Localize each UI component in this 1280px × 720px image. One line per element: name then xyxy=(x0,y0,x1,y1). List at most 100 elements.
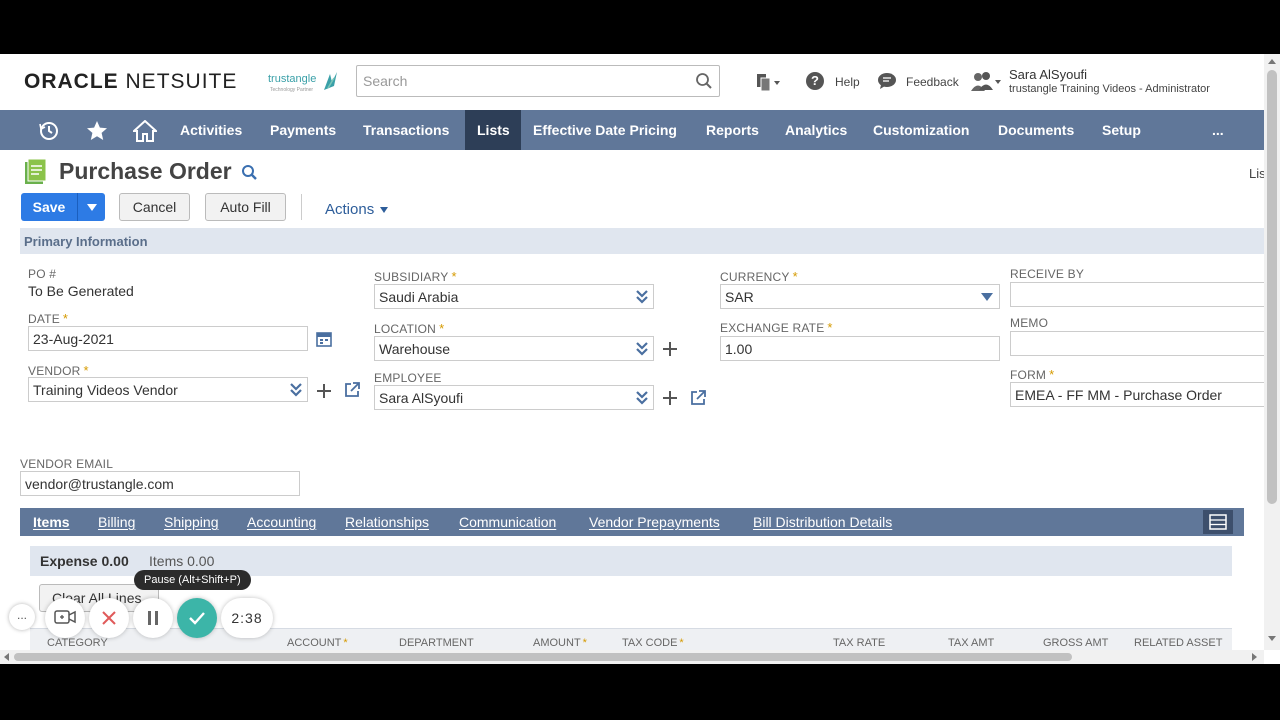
location-field[interactable] xyxy=(374,336,654,361)
location-input[interactable] xyxy=(379,337,653,360)
employee-input[interactable] xyxy=(379,386,653,409)
nav-more[interactable]: ... xyxy=(1200,110,1236,150)
date-field[interactable] xyxy=(28,326,308,351)
user-name[interactable]: Sara AlSyoufi xyxy=(1009,67,1087,82)
nav-reports[interactable]: Reports xyxy=(694,110,771,150)
add-employee-plus-icon[interactable] xyxy=(663,391,677,405)
subtab-layout-toggle[interactable] xyxy=(1203,510,1233,534)
actions-menu[interactable]: Actions xyxy=(325,201,389,218)
vendor-field[interactable] xyxy=(28,377,308,402)
calendar-icon[interactable] xyxy=(316,331,332,347)
cancel-button[interactable]: Cancel xyxy=(119,193,190,221)
items-subtab[interactable]: Items 0.00 xyxy=(149,553,214,569)
recorder-more-button[interactable]: ... xyxy=(9,604,35,630)
form-input[interactable] xyxy=(1015,383,1265,406)
tab-billing[interactable]: Billing xyxy=(98,514,135,530)
add-vendor-plus-icon[interactable] xyxy=(317,384,331,398)
col-account-text: ACCOUNT xyxy=(287,637,342,649)
recorder-finish-button[interactable] xyxy=(177,598,217,638)
nav-analytics[interactable]: Analytics xyxy=(773,110,859,150)
nav-transactions[interactable]: Transactions xyxy=(351,110,461,150)
recorder-discard-button[interactable] xyxy=(89,598,129,638)
open-employee-external-icon[interactable] xyxy=(690,390,706,406)
global-search[interactable] xyxy=(356,65,720,97)
double-chevron-down-icon[interactable] xyxy=(634,289,650,305)
memo-field[interactable] xyxy=(1010,331,1266,356)
vendor-input[interactable] xyxy=(33,378,307,401)
memo-input[interactable] xyxy=(1015,332,1265,355)
exchange-rate-input[interactable] xyxy=(725,337,999,360)
caret-down-icon xyxy=(87,204,97,211)
memo-label: MEMO xyxy=(1010,316,1049,330)
col-tax-rate: TAX RATE xyxy=(833,637,886,649)
home-icon[interactable] xyxy=(133,120,157,142)
receive-by-input[interactable] xyxy=(1015,283,1265,306)
open-vendor-external-icon[interactable] xyxy=(344,382,360,398)
currency-select[interactable] xyxy=(720,284,1000,309)
nav-customization[interactable]: Customization xyxy=(861,110,981,150)
nav-effective-date-pricing[interactable]: Effective Date Pricing xyxy=(521,110,689,150)
tab-accounting[interactable]: Accounting xyxy=(247,514,316,530)
horizontal-scrollbar[interactable] xyxy=(0,650,1264,664)
vendor-email-field[interactable] xyxy=(20,471,300,496)
roles-icon[interactable] xyxy=(970,71,1002,93)
required-mark: * xyxy=(83,363,89,378)
vertical-scroll-thumb[interactable] xyxy=(1267,70,1277,504)
date-input[interactable] xyxy=(33,327,307,350)
nav-lists[interactable]: Lists xyxy=(465,110,521,150)
scroll-right-arrow[interactable] xyxy=(1252,653,1257,661)
netsuite-window: ORACLE NETSUITE trustangle Technology Pa… xyxy=(0,54,1280,664)
scroll-down-arrow[interactable] xyxy=(1268,636,1276,641)
tab-items[interactable]: Items xyxy=(33,514,70,530)
receive-by-field[interactable] xyxy=(1010,282,1266,307)
horizontal-scroll-thumb[interactable] xyxy=(14,653,1072,661)
recent-history-icon[interactable] xyxy=(38,120,60,142)
vendor-email-input[interactable] xyxy=(25,472,299,495)
subsidiary-field[interactable] xyxy=(374,284,654,309)
double-chevron-down-icon[interactable] xyxy=(288,382,304,398)
help-link[interactable]: Help xyxy=(835,75,860,89)
feedback-icon[interactable] xyxy=(877,72,897,90)
record-search-icon[interactable] xyxy=(241,164,259,182)
currency-input[interactable] xyxy=(725,285,999,308)
save-menu-toggle[interactable] xyxy=(77,193,105,221)
oracle-netsuite-logo[interactable]: ORACLE NETSUITE xyxy=(24,70,237,94)
tab-relationships[interactable]: Relationships xyxy=(345,514,429,530)
help-icon[interactable]: ? xyxy=(806,72,824,90)
vertical-scrollbar[interactable] xyxy=(1264,54,1280,650)
tab-vendor-prepayments[interactable]: Vendor Prepayments xyxy=(589,514,720,530)
recorder-camera-button[interactable] xyxy=(45,598,85,638)
primary-information-header[interactable]: Primary Information xyxy=(20,228,1264,254)
search-icon[interactable] xyxy=(695,72,713,90)
employee-field[interactable] xyxy=(374,385,654,410)
double-chevron-down-icon[interactable] xyxy=(634,341,650,357)
nav-activities[interactable]: Activities xyxy=(168,110,254,150)
save-button[interactable]: Save xyxy=(21,193,105,221)
auto-fill-button[interactable]: Auto Fill xyxy=(205,193,286,221)
expense-subtab[interactable]: Expense 0.00 xyxy=(40,553,129,569)
purchase-order-record-icon xyxy=(25,159,46,184)
recent-records-icon[interactable] xyxy=(754,72,782,92)
double-chevron-down-icon[interactable] xyxy=(634,390,650,406)
form-select[interactable] xyxy=(1010,382,1266,407)
scroll-up-arrow[interactable] xyxy=(1268,59,1276,64)
col-amount-text: AMOUNT xyxy=(533,637,581,649)
nav-documents[interactable]: Documents xyxy=(986,110,1086,150)
nav-setup[interactable]: Setup xyxy=(1090,110,1153,150)
search-input[interactable] xyxy=(357,66,677,96)
tab-shipping[interactable]: Shipping xyxy=(164,514,219,530)
subsidiary-input[interactable] xyxy=(379,285,653,308)
user-role[interactable]: trustangle Training Videos - Administrat… xyxy=(1009,83,1210,95)
nav-payments[interactable]: Payments xyxy=(258,110,348,150)
favorites-star-icon[interactable] xyxy=(86,120,108,142)
feedback-link[interactable]: Feedback xyxy=(906,75,959,89)
save-button-label[interactable]: Save xyxy=(21,193,77,221)
tab-bill-distribution-details[interactable]: Bill Distribution Details xyxy=(753,514,892,530)
recorder-pause-button[interactable] xyxy=(133,598,173,638)
caret-down-icon[interactable] xyxy=(981,293,993,301)
scroll-left-arrow[interactable] xyxy=(4,653,9,661)
tab-communication[interactable]: Communication xyxy=(459,514,556,530)
col-account: ACCOUNT * xyxy=(287,637,348,649)
exchange-rate-field[interactable] xyxy=(720,336,1000,361)
add-location-plus-icon[interactable] xyxy=(663,342,677,356)
